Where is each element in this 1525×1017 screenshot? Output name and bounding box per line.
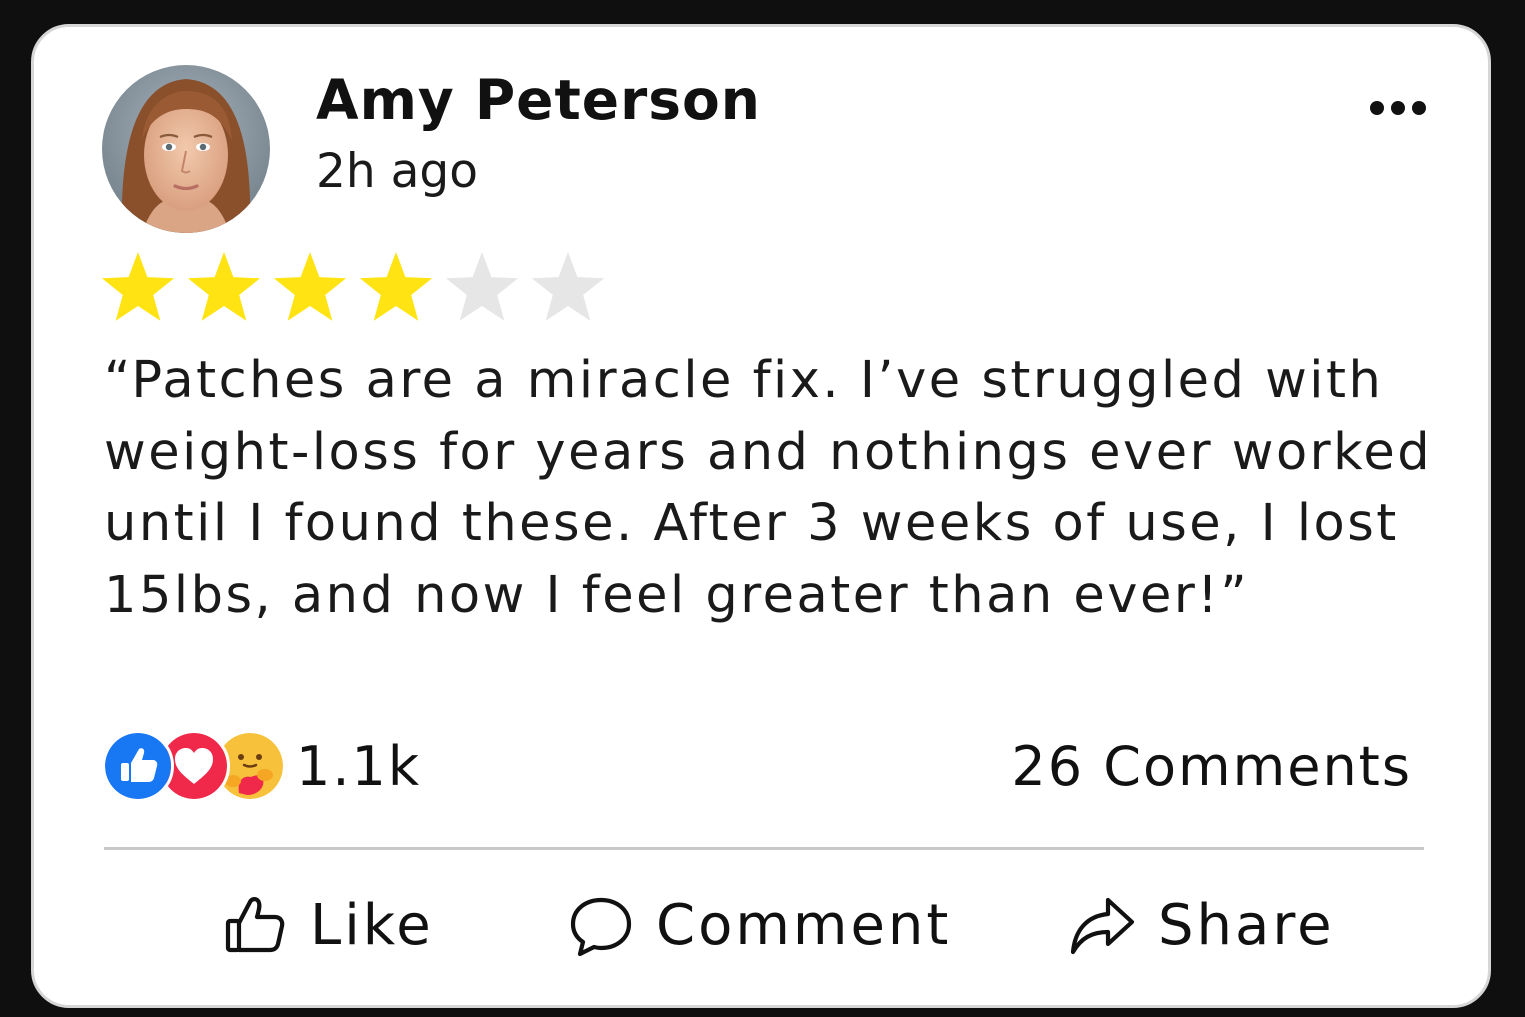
speech-bubble-icon <box>568 892 634 958</box>
star-filled-icon <box>187 252 261 321</box>
share-button[interactable]: Share <box>1068 885 1335 965</box>
star-filled-icon <box>273 252 347 321</box>
share-arrow-icon <box>1068 892 1136 958</box>
divider <box>104 847 1424 850</box>
comment-button[interactable]: Comment <box>568 885 951 965</box>
author-name[interactable]: Amy Peterson <box>316 67 761 133</box>
thumbs-up-outline-icon <box>222 892 288 958</box>
avatar[interactable] <box>102 65 270 233</box>
more-options-button[interactable] <box>1366 97 1430 119</box>
more-dot <box>1391 101 1405 115</box>
like-label: Like <box>310 892 434 958</box>
star-empty-icon <box>445 252 519 321</box>
star-filled-icon <box>101 252 175 321</box>
star-rating <box>98 250 608 330</box>
post-timestamp: 2h ago <box>316 144 479 199</box>
post-actions-bar: Like Comment Share <box>34 885 1488 965</box>
like-button[interactable]: Like <box>222 885 434 965</box>
more-dot <box>1412 101 1426 115</box>
comment-label: Comment <box>656 892 952 958</box>
star-filled-icon <box>359 252 433 321</box>
comments-count-link[interactable]: 26 Comments <box>1011 735 1412 798</box>
review-post-card: Amy Peterson 2h ago “Patches are a mirac… <box>31 24 1491 1008</box>
thumbs-up-icon <box>102 730 174 802</box>
star-empty-icon <box>531 252 605 321</box>
share-label: Share <box>1158 892 1335 958</box>
more-horizontal-icon <box>1370 101 1384 115</box>
reaction-count: 1.1k <box>296 734 422 798</box>
reactions-summary[interactable]: 1.1k <box>102 730 422 802</box>
review-text: “Patches are a miracle fix. I’ve struggl… <box>104 351 1433 625</box>
